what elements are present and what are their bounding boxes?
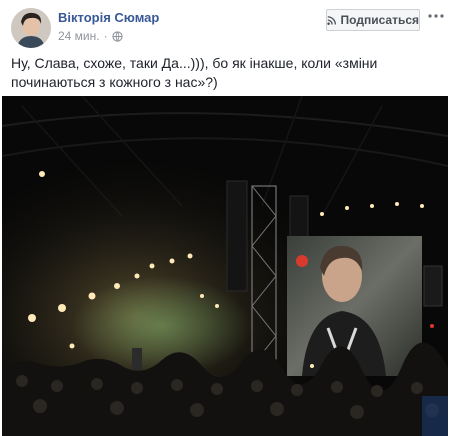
subscribe-label: Подписаться bbox=[340, 13, 419, 27]
author-avatar[interactable] bbox=[11, 8, 51, 48]
avatar-image bbox=[11, 8, 51, 48]
post-timestamp[interactable]: 24 мин. bbox=[58, 29, 100, 43]
post-meta: 24 мин. · bbox=[58, 29, 123, 43]
post-photo[interactable] bbox=[2, 96, 448, 436]
subscribe-button[interactable]: Подписаться bbox=[326, 9, 420, 31]
facebook-post-card: Вікторія Сюмар 24 мин. · Подписаться Ну,… bbox=[0, 0, 450, 436]
more-options-icon[interactable] bbox=[428, 8, 444, 24]
globe-icon[interactable] bbox=[111, 30, 123, 42]
author-name[interactable]: Вікторія Сюмар bbox=[58, 10, 159, 25]
rss-feed-icon bbox=[327, 15, 336, 25]
meta-separator: · bbox=[103, 29, 108, 43]
concert-photo bbox=[2, 96, 448, 436]
more-dots bbox=[428, 14, 444, 18]
post-text: Ну, Слава, схоже, таки Да...))), бо як і… bbox=[11, 55, 378, 90]
